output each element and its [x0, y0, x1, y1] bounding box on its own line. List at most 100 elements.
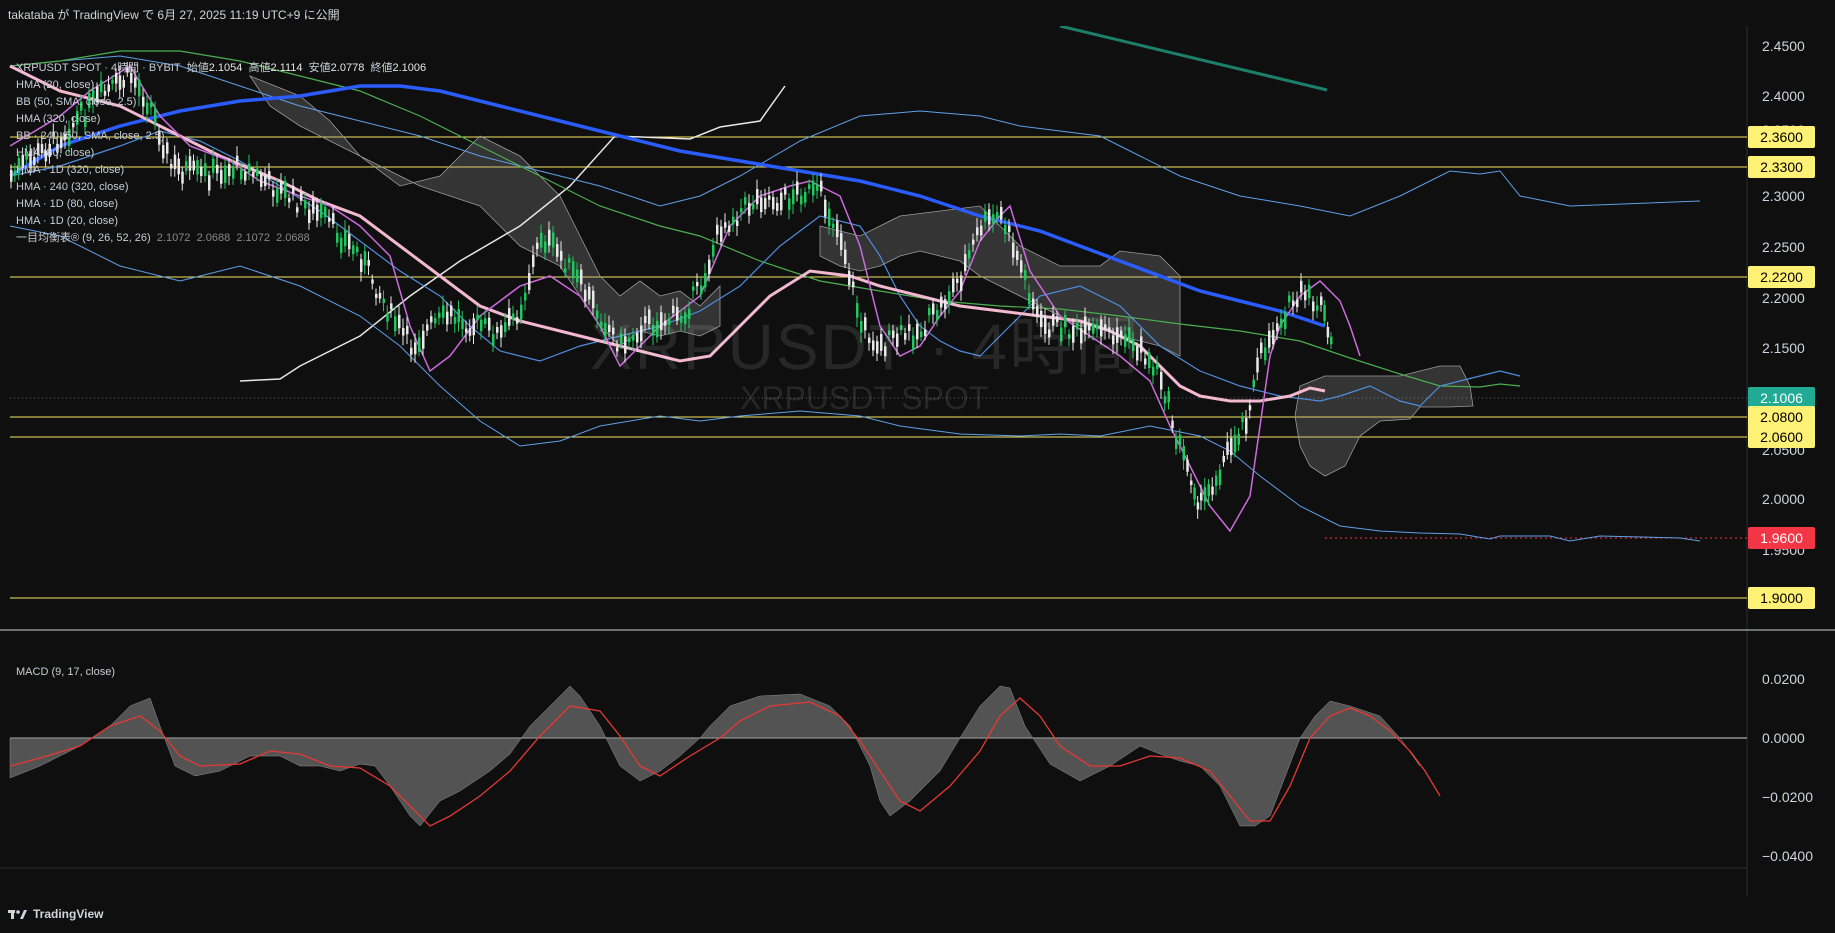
candle-body [1000, 206, 1003, 220]
candle-body [772, 197, 775, 210]
macd-axis-label: −0.0200 [1762, 789, 1813, 805]
price-label: 2.0000 [1762, 491, 1805, 507]
candle-body [972, 239, 975, 245]
candle-body [508, 308, 511, 326]
candle-body [1226, 441, 1229, 455]
candle-body [536, 242, 539, 249]
candle-body [980, 225, 983, 236]
candle-body [776, 202, 779, 211]
candle-body [476, 314, 479, 321]
candle-body [748, 202, 751, 216]
candle-body [820, 180, 823, 192]
candle-body [964, 254, 967, 272]
candle-body [492, 334, 495, 346]
low-label: 安値 [308, 62, 331, 74]
price-tag-1.9600[interactable]: 1.9600 [1748, 527, 1815, 549]
candle-body [784, 188, 787, 195]
candle-body [812, 180, 815, 196]
candle-body [430, 316, 433, 323]
indicator-bb240[interactable]: BB · 240 (50, SMA, close, 2.5) [16, 128, 426, 145]
candle-body [548, 229, 551, 246]
candle-body [1248, 405, 1252, 411]
candle-body [1016, 250, 1019, 260]
candle-body [1264, 347, 1267, 361]
candle-body [512, 313, 515, 320]
candle-body [996, 212, 999, 219]
candle-body [375, 293, 378, 299]
ichimoku-value-3: 2.1072 [236, 232, 270, 244]
candle-body [446, 311, 449, 325]
candle-body [422, 330, 425, 349]
candle-body [556, 244, 559, 257]
price-tag-2.0600[interactable]: 2.0600 [1748, 426, 1815, 448]
indicator-hma20[interactable]: HMA (20, close) [16, 77, 426, 94]
chart-legend: XRPUSDT SPOT · 4時間 · BYBIT 始値2.1054 高値2.… [16, 60, 426, 247]
indicator-hma80[interactable]: HMA (80, close) [16, 145, 426, 162]
candle-body [1252, 379, 1255, 388]
macd-axis-label: 0.0200 [1762, 671, 1805, 687]
ichimoku-value-1: 2.1072 [156, 232, 191, 244]
candle-body [1316, 305, 1319, 311]
candle-body [1260, 342, 1263, 354]
candle-body [580, 269, 583, 285]
candle-body [544, 241, 547, 253]
indicator-hma-1d-80[interactable]: HMA · 1D (80, close) [16, 196, 426, 213]
candle-body [1280, 318, 1283, 328]
candle-body [532, 254, 535, 267]
candle-body [1178, 434, 1182, 446]
indicator-hma320[interactable]: HMA (320, close) [16, 111, 426, 128]
symbol-line[interactable]: XRPUSDT SPOT · 4時間 · BYBIT [16, 62, 181, 74]
candle-body [1004, 224, 1007, 234]
candle-body [1245, 418, 1248, 434]
candle-body [988, 209, 991, 225]
candle-body [1218, 469, 1222, 485]
price-tag-2.3600[interactable]: 2.3600 [1748, 126, 1815, 148]
candle-body [828, 208, 831, 227]
candle-body [1326, 326, 1330, 338]
close-value: 2.1006 [392, 62, 427, 74]
candle-body [500, 325, 503, 338]
candle-body [496, 326, 499, 333]
indicator-hma-240-320[interactable]: HMA · 240 (320, close) [16, 179, 426, 196]
indicator-ichimoku[interactable]: 一目均衡表® (9, 26, 52, 26) 2.1072 2.0688 2.1… [16, 230, 426, 247]
candle-body [386, 313, 389, 322]
candle-body [1190, 480, 1193, 485]
candle-body [1215, 475, 1218, 486]
candle-body [720, 226, 723, 242]
candle-body [804, 191, 807, 203]
symbol-header[interactable]: XRPUSDT SPOT · 4時間 · BYBIT 始値2.1054 高値2.… [16, 60, 426, 77]
candle-body [1320, 296, 1323, 305]
ichimoku-value-2: 2.0688 [196, 232, 231, 244]
teal-trend-line[interactable] [1059, 24, 1328, 92]
macd-legend[interactable]: MACD (9, 17, close) [16, 666, 115, 678]
candle-body [572, 261, 575, 279]
candle-body [1144, 358, 1147, 365]
candle-body [552, 232, 555, 248]
candle-body [394, 316, 397, 332]
candle-body [528, 273, 531, 291]
candle-body [402, 328, 405, 336]
candle-body [480, 319, 483, 332]
candle-body [840, 233, 843, 250]
price-label: 2.1500 [1762, 340, 1805, 356]
price-tag-2.3300[interactable]: 2.3300 [1748, 156, 1815, 178]
open-label: 始値 [186, 62, 209, 74]
tradingview-logo[interactable]: TradingView [8, 907, 103, 921]
candle-body [367, 259, 370, 266]
candle-body [1171, 420, 1174, 429]
chart-area[interactable]: XRPUSDT SPOT · 4時間 · BYBIT 始値2.1054 高値2.… [0, 24, 1835, 914]
candle-body [504, 322, 507, 332]
indicator-bb[interactable]: BB (50, SMA, close, 2.5) [16, 94, 426, 111]
price-tag-2.0800[interactable]: 2.0800 [1748, 406, 1815, 428]
indicator-hma-1d-320[interactable]: HMA · 1D (320, close) [16, 162, 426, 179]
price-label: 2.4500 [1762, 38, 1805, 54]
price-tag-2.2200[interactable]: 2.2200 [1748, 266, 1815, 288]
candle-body [832, 223, 835, 228]
price-tag-1.9000[interactable]: 1.9000 [1748, 587, 1815, 609]
candle-body [461, 319, 464, 329]
ichimoku-label[interactable]: 一目均衡表® (9, 26, 52, 26) [16, 232, 151, 244]
indicator-hma-1d-20[interactable]: HMA · 1D (20, close) [16, 213, 426, 230]
candle-body [808, 184, 811, 190]
publish-bar: takataba が TradingView で 6月 27, 2025 11:… [0, 0, 1835, 26]
candle-body [848, 270, 851, 286]
